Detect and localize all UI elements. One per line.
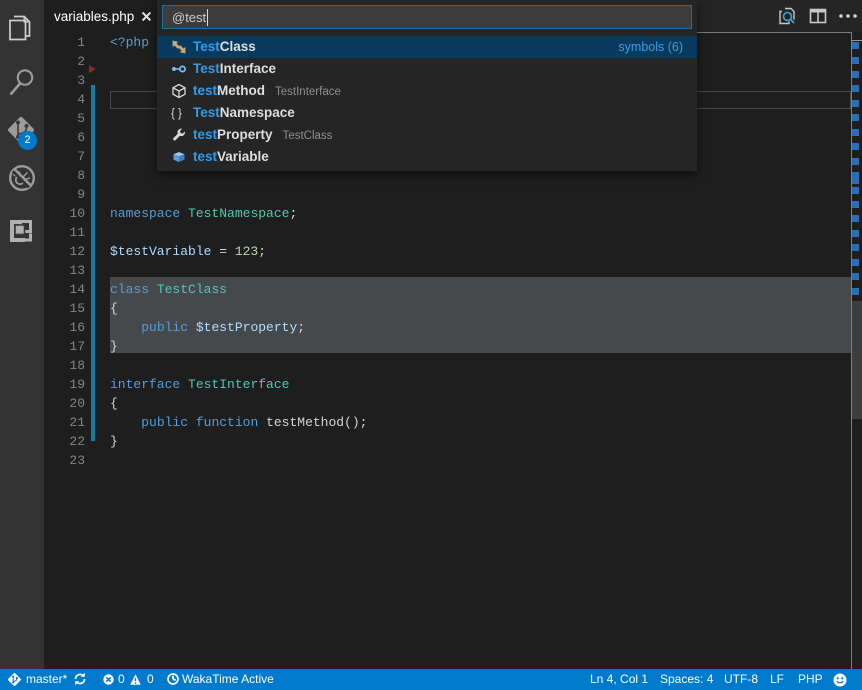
svg-text:{ }: { } [171,108,182,120]
